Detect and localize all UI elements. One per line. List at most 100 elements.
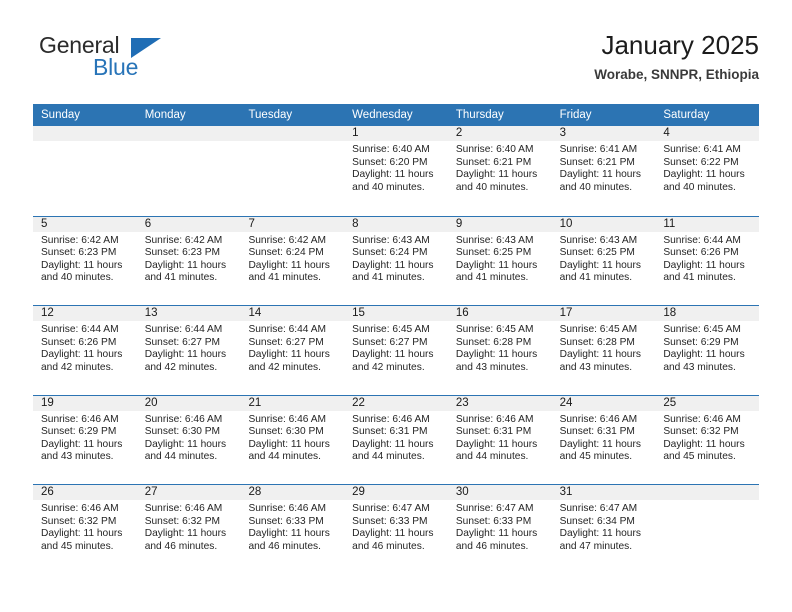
calendar-day-cell-empty bbox=[33, 126, 137, 216]
daylight-text-line2: and 45 minutes. bbox=[41, 540, 114, 552]
day-number: 23 bbox=[447, 395, 552, 411]
daylight-text-line2: and 41 minutes. bbox=[352, 272, 425, 284]
day-number: 17 bbox=[551, 306, 656, 321]
day-details: Sunrise: 6:40 AM Sunset: 6:20 PM Dayligh… bbox=[344, 141, 448, 194]
calendar-day-cell-1[interactable]: 1 Sunrise: 6:40 AM Sunset: 6:20 PM Dayli… bbox=[344, 126, 448, 216]
day-details: Sunrise: 6:44 AM Sunset: 6:27 PM Dayligh… bbox=[240, 321, 344, 374]
daylight-text-line1: Daylight: 11 hours bbox=[559, 438, 641, 450]
calendar-day-cell-8[interactable]: 8 Sunrise: 6:43 AM Sunset: 6:24 PM Dayli… bbox=[344, 216, 448, 306]
calendar-day-cell-17[interactable]: 17 Sunrise: 6:45 AM Sunset: 6:28 PM Dayl… bbox=[551, 306, 656, 395]
sunset-text: Sunset: 6:31 PM bbox=[352, 426, 428, 438]
calendar-day-cell-30[interactable]: 30 Sunrise: 6:47 AM Sunset: 6:33 PM Dayl… bbox=[447, 485, 552, 574]
daylight-text-line2: and 46 minutes. bbox=[248, 540, 321, 552]
calendar-day-cell-3[interactable]: 3 Sunrise: 6:41 AM Sunset: 6:21 PM Dayli… bbox=[551, 126, 656, 216]
daylight-text-line1: Daylight: 11 hours bbox=[663, 438, 745, 450]
calendar-day-cell-23[interactable]: 23 Sunrise: 6:46 AM Sunset: 6:31 PM Dayl… bbox=[447, 395, 552, 485]
weekday-header-sunday: Sunday bbox=[41, 109, 81, 121]
sunset-text: Sunset: 6:27 PM bbox=[248, 336, 324, 348]
sunrise-text: Sunrise: 6:41 AM bbox=[663, 144, 741, 155]
calendar-day-cell-18[interactable]: 18 Sunrise: 6:45 AM Sunset: 6:29 PM Dayl… bbox=[655, 306, 760, 395]
day-details: Sunrise: 6:47 AM Sunset: 6:33 PM Dayligh… bbox=[344, 500, 448, 553]
calendar-day-cell-empty bbox=[240, 126, 345, 216]
calendar-day-cell-28[interactable]: 28 Sunrise: 6:46 AM Sunset: 6:33 PM Dayl… bbox=[240, 485, 345, 574]
weekday-header-monday: Monday bbox=[144, 109, 186, 121]
day-details: Sunrise: 6:46 AM Sunset: 6:33 PM Dayligh… bbox=[240, 500, 344, 553]
calendar-day-cell-16[interactable]: 16 Sunrise: 6:45 AM Sunset: 6:28 PM Dayl… bbox=[447, 306, 552, 395]
calendar-day-cell-14[interactable]: 14 Sunrise: 6:44 AM Sunset: 6:27 PM Dayl… bbox=[240, 306, 345, 395]
daylight-text-line2: and 41 minutes. bbox=[455, 272, 529, 284]
day-number: 8 bbox=[344, 216, 448, 232]
calendar-day-cell-6[interactable]: 6 Sunrise: 6:42 AM Sunset: 6:23 PM Dayli… bbox=[136, 216, 241, 306]
day-number: 24 bbox=[551, 395, 656, 411]
sunrise-text: Sunrise: 6:42 AM bbox=[144, 234, 223, 246]
sunrise-text: Sunrise: 6:43 AM bbox=[559, 234, 638, 246]
day-details: Sunrise: 6:47 AM Sunset: 6:34 PM Dayligh… bbox=[552, 500, 656, 553]
day-details: Sunrise: 6:46 AM Sunset: 6:30 PM Dayligh… bbox=[240, 411, 344, 464]
sunrise-text: Sunrise: 6:45 AM bbox=[455, 324, 534, 335]
calendar-day-cell-20[interactable]: 20 Sunrise: 6:46 AM Sunset: 6:30 PM Dayl… bbox=[136, 395, 241, 485]
sunset-text: Sunset: 6:26 PM bbox=[663, 247, 739, 259]
weekday-header-tuesday: Tuesday bbox=[248, 109, 293, 121]
calendar-day-cell-10[interactable]: 10 Sunrise: 6:43 AM Sunset: 6:25 PM Dayl… bbox=[551, 216, 656, 306]
daylight-text-line1: Daylight: 11 hours bbox=[663, 259, 745, 271]
calendar-week-row-4: 19 Sunrise: 6:46 AM Sunset: 6:29 PM Dayl… bbox=[33, 394, 760, 485]
sunset-text: Sunset: 6:28 PM bbox=[455, 336, 532, 348]
calendar-day-cell-26[interactable]: 26 Sunrise: 6:46 AM Sunset: 6:32 PM Dayl… bbox=[33, 485, 137, 574]
day-number bbox=[240, 126, 345, 141]
day-number: 12 bbox=[33, 306, 137, 321]
sunrise-text: Sunrise: 6:47 AM bbox=[352, 503, 430, 514]
sunrise-text: Sunrise: 6:44 AM bbox=[663, 234, 741, 246]
day-details: Sunrise: 6:44 AM Sunset: 6:26 PM Dayligh… bbox=[655, 232, 759, 285]
calendar-day-cell-13[interactable]: 13 Sunrise: 6:44 AM Sunset: 6:27 PM Dayl… bbox=[136, 306, 241, 395]
daylight-text-line2: and 44 minutes. bbox=[352, 451, 425, 463]
sunset-text: Sunset: 6:26 PM bbox=[41, 336, 117, 348]
calendar-day-cell-empty bbox=[136, 126, 241, 216]
day-number: 3 bbox=[551, 126, 656, 141]
day-number: 9 bbox=[447, 216, 552, 232]
calendar-day-cell-27[interactable]: 27 Sunrise: 6:46 AM Sunset: 6:32 PM Dayl… bbox=[136, 485, 241, 574]
daylight-text-line1: Daylight: 11 hours bbox=[455, 438, 538, 450]
daylight-text-line2: and 43 minutes. bbox=[663, 361, 736, 373]
daylight-text-line2: and 43 minutes. bbox=[559, 361, 633, 373]
calendar-day-cell-11[interactable]: 11 Sunrise: 6:44 AM Sunset: 6:26 PM Dayl… bbox=[655, 216, 760, 306]
calendar-day-cell-19[interactable]: 19 Sunrise: 6:46 AM Sunset: 6:29 PM Dayl… bbox=[33, 395, 137, 485]
calendar-day-cell-12[interactable]: 12 Sunrise: 6:44 AM Sunset: 6:26 PM Dayl… bbox=[33, 306, 137, 395]
calendar-day-cell-2[interactable]: 2 Sunrise: 6:40 AM Sunset: 6:21 PM Dayli… bbox=[447, 126, 552, 216]
daylight-text-line1: Daylight: 11 hours bbox=[41, 349, 123, 361]
day-number: 19 bbox=[33, 395, 137, 411]
day-number bbox=[33, 126, 137, 141]
day-details: Sunrise: 6:44 AM Sunset: 6:27 PM Dayligh… bbox=[137, 321, 241, 374]
calendar-day-cell-9[interactable]: 9 Sunrise: 6:43 AM Sunset: 6:25 PM Dayli… bbox=[447, 216, 552, 306]
calendar-day-cell-21[interactable]: 21 Sunrise: 6:46 AM Sunset: 6:30 PM Dayl… bbox=[240, 395, 345, 485]
sunrise-text: Sunrise: 6:40 AM bbox=[455, 144, 534, 155]
calendar-day-cell-24[interactable]: 24 Sunrise: 6:46 AM Sunset: 6:31 PM Dayl… bbox=[551, 395, 656, 485]
calendar-day-cell-15[interactable]: 15 Sunrise: 6:45 AM Sunset: 6:27 PM Dayl… bbox=[344, 306, 448, 395]
sunrise-text: Sunrise: 6:46 AM bbox=[144, 413, 223, 425]
sunset-text: Sunset: 6:27 PM bbox=[144, 336, 221, 348]
sunset-text: Sunset: 6:25 PM bbox=[559, 247, 635, 259]
calendar-day-cell-31[interactable]: 31 Sunrise: 6:47 AM Sunset: 6:34 PM Dayl… bbox=[551, 485, 656, 574]
day-details: Sunrise: 6:45 AM Sunset: 6:29 PM Dayligh… bbox=[655, 321, 759, 374]
calendar-day-cell-7[interactable]: 7 Sunrise: 6:42 AM Sunset: 6:24 PM Dayli… bbox=[240, 216, 345, 306]
calendar-day-cell-25[interactable]: 25 Sunrise: 6:46 AM Sunset: 6:32 PM Dayl… bbox=[655, 395, 760, 485]
daylight-text-line2: and 43 minutes. bbox=[41, 451, 114, 463]
calendar-day-cell-5[interactable]: 5 Sunrise: 6:42 AM Sunset: 6:23 PM Dayli… bbox=[33, 216, 137, 306]
calendar-weeks: 1 Sunrise: 6:40 AM Sunset: 6:20 PM Dayli… bbox=[33, 126, 760, 574]
brand-name-blue: Blue bbox=[93, 54, 139, 80]
calendar-day-cell-22[interactable]: 22 Sunrise: 6:46 AM Sunset: 6:31 PM Dayl… bbox=[344, 395, 448, 485]
daylight-text-line2: and 40 minutes. bbox=[559, 181, 633, 193]
daylight-text-line1: Daylight: 11 hours bbox=[455, 169, 538, 181]
daylight-text-line1: Daylight: 11 hours bbox=[144, 528, 227, 540]
sunset-text: Sunset: 6:23 PM bbox=[144, 247, 221, 259]
calendar-day-cell-29[interactable]: 29 Sunrise: 6:47 AM Sunset: 6:33 PM Dayl… bbox=[344, 485, 448, 574]
daylight-text-line2: and 43 minutes. bbox=[455, 361, 529, 373]
sunset-text: Sunset: 6:24 PM bbox=[248, 247, 324, 259]
sunrise-text: Sunrise: 6:47 AM bbox=[455, 503, 534, 514]
day-details: Sunrise: 6:45 AM Sunset: 6:28 PM Dayligh… bbox=[448, 321, 552, 374]
sunset-text: Sunset: 6:33 PM bbox=[455, 515, 532, 527]
day-details bbox=[655, 500, 759, 503]
day-number: 1 bbox=[344, 126, 448, 141]
sunset-text: Sunset: 6:28 PM bbox=[559, 336, 635, 348]
calendar-day-cell-4[interactable]: 4 Sunrise: 6:41 AM Sunset: 6:22 PM Dayli… bbox=[655, 126, 760, 216]
calendar-grid: Sunday Monday Tuesday Wednesday Thursday… bbox=[33, 104, 760, 574]
